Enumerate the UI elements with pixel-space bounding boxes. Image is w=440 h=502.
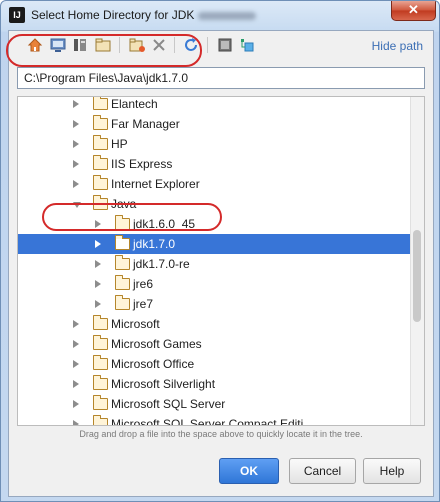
tree-row-label: jre7 xyxy=(133,297,154,311)
title-bar[interactable]: IJ Select Home Directory for JDK ✕ xyxy=(1,1,439,29)
expand-arrow-right-icon[interactable] xyxy=(95,240,101,248)
tree-row-label: jdk1.7.0-re xyxy=(133,257,190,271)
expand-arrow-right-icon[interactable] xyxy=(95,280,101,288)
folder-icon xyxy=(93,355,108,370)
tree-row[interactable]: IIS Express xyxy=(18,154,412,174)
tree-row-label: Elantech xyxy=(111,97,158,111)
tree-row-label: Internet Explorer xyxy=(111,177,200,191)
tree-row[interactable]: Microsoft xyxy=(18,314,412,334)
tree-row[interactable]: Microsoft Silverlight xyxy=(18,374,412,394)
window-title-text: Select Home Directory for JDK xyxy=(31,8,195,22)
intellij-app-icon: IJ xyxy=(9,7,25,23)
tree-row[interactable]: Microsoft SQL Server Compact Editi xyxy=(18,414,412,426)
expand-arrow-right-icon[interactable] xyxy=(95,260,101,268)
scrollbar-thumb[interactable] xyxy=(413,230,421,322)
expand-arrow-right-icon[interactable] xyxy=(73,140,79,148)
folder-icon xyxy=(93,97,108,110)
tree-row[interactable]: jre7 xyxy=(18,294,412,314)
tree-row-label: jdk1.7.0 xyxy=(133,237,176,251)
expand-arrow-right-icon[interactable] xyxy=(73,340,79,348)
folder-icon xyxy=(115,235,130,250)
tree-row-label: Microsoft Games xyxy=(111,337,202,351)
tree-row[interactable]: Microsoft SQL Server xyxy=(18,394,412,414)
tree-row-label: Microsoft Office xyxy=(111,357,195,371)
folder-icon xyxy=(93,155,108,170)
help-button[interactable]: Help xyxy=(363,458,421,484)
tree-row[interactable]: jdk1.7.0-re xyxy=(18,254,412,274)
folder-icon xyxy=(115,255,130,270)
folder-icon xyxy=(115,295,130,310)
expand-arrow-right-icon[interactable] xyxy=(73,120,79,128)
expand-arrow-right-icon[interactable] xyxy=(73,100,79,108)
tree-row-label: IIS Express xyxy=(111,157,173,171)
tree-row[interactable]: Microsoft Games xyxy=(18,334,412,354)
folder-icon xyxy=(93,395,108,410)
drag-drop-hint: Drag and drop a file into the space abov… xyxy=(79,429,363,439)
folder-icon xyxy=(115,275,130,290)
expand-arrow-right-icon[interactable] xyxy=(73,420,79,425)
tree-row[interactable]: HP xyxy=(18,134,412,154)
ok-button[interactable]: OK xyxy=(219,458,279,484)
tree-row-label: Far Manager xyxy=(111,117,180,131)
expand-arrow-right-icon[interactable] xyxy=(73,180,79,188)
expand-arrow-right-icon[interactable] xyxy=(73,160,79,168)
folder-icon xyxy=(93,335,108,350)
path-highlight-annotation xyxy=(6,34,202,67)
folder-icon xyxy=(93,375,108,390)
tree-row[interactable]: jre6 xyxy=(18,274,412,294)
blurred-title-suffix xyxy=(198,11,257,20)
hide-path-link[interactable]: Hide path xyxy=(372,39,423,53)
folder-icon xyxy=(93,175,108,190)
close-button[interactable]: ✕ xyxy=(391,1,436,21)
jdk-highlight-annotation xyxy=(42,203,222,231)
tree-row-label: Microsoft SQL Server Compact Editi xyxy=(111,417,304,426)
bookmark-icon[interactable] xyxy=(239,37,255,53)
cancel-button[interactable]: Cancel xyxy=(289,458,356,484)
tree-row-label: jre6 xyxy=(133,277,154,291)
tree-vertical-scrollbar[interactable] xyxy=(410,97,424,425)
folder-icon xyxy=(93,415,108,425)
tree-row[interactable]: Elantech xyxy=(18,97,412,114)
tree-row[interactable]: Far Manager xyxy=(18,114,412,134)
tree-row[interactable]: Microsoft Office xyxy=(18,354,412,374)
tree-row-label: Microsoft xyxy=(111,317,160,331)
expand-arrow-right-icon[interactable] xyxy=(73,360,79,368)
dialog-client-area: Hide path C:\Program Files\Java\jdk1.7.0… xyxy=(8,30,434,497)
show-hidden-icon[interactable] xyxy=(217,37,233,53)
tree-row-label: Microsoft Silverlight xyxy=(111,377,216,391)
toolbar-separator xyxy=(207,37,208,53)
expand-arrow-right-icon[interactable] xyxy=(73,400,79,408)
folder-icon xyxy=(93,135,108,150)
folder-icon xyxy=(93,315,108,330)
path-input[interactable]: C:\Program Files\Java\jdk1.7.0 xyxy=(17,67,425,89)
directory-tree[interactable]: Elantech Far Manager HP IIS Express Internet… xyxy=(17,96,425,426)
dialog-window: IJ Select Home Directory for JDK ✕ Hide … xyxy=(0,0,440,502)
expand-arrow-right-icon[interactable] xyxy=(73,380,79,388)
folder-icon xyxy=(93,115,108,130)
expand-arrow-right-icon[interactable] xyxy=(95,300,101,308)
expand-arrow-right-icon[interactable] xyxy=(73,320,79,328)
tree-row-label: Microsoft SQL Server xyxy=(111,397,226,411)
tree-row[interactable]: Internet Explorer xyxy=(18,174,412,194)
tree-row[interactable]: jdk1.7.0 xyxy=(18,234,412,254)
tree-row-label: HP xyxy=(111,137,128,151)
window-title: Select Home Directory for JDK xyxy=(31,8,257,22)
